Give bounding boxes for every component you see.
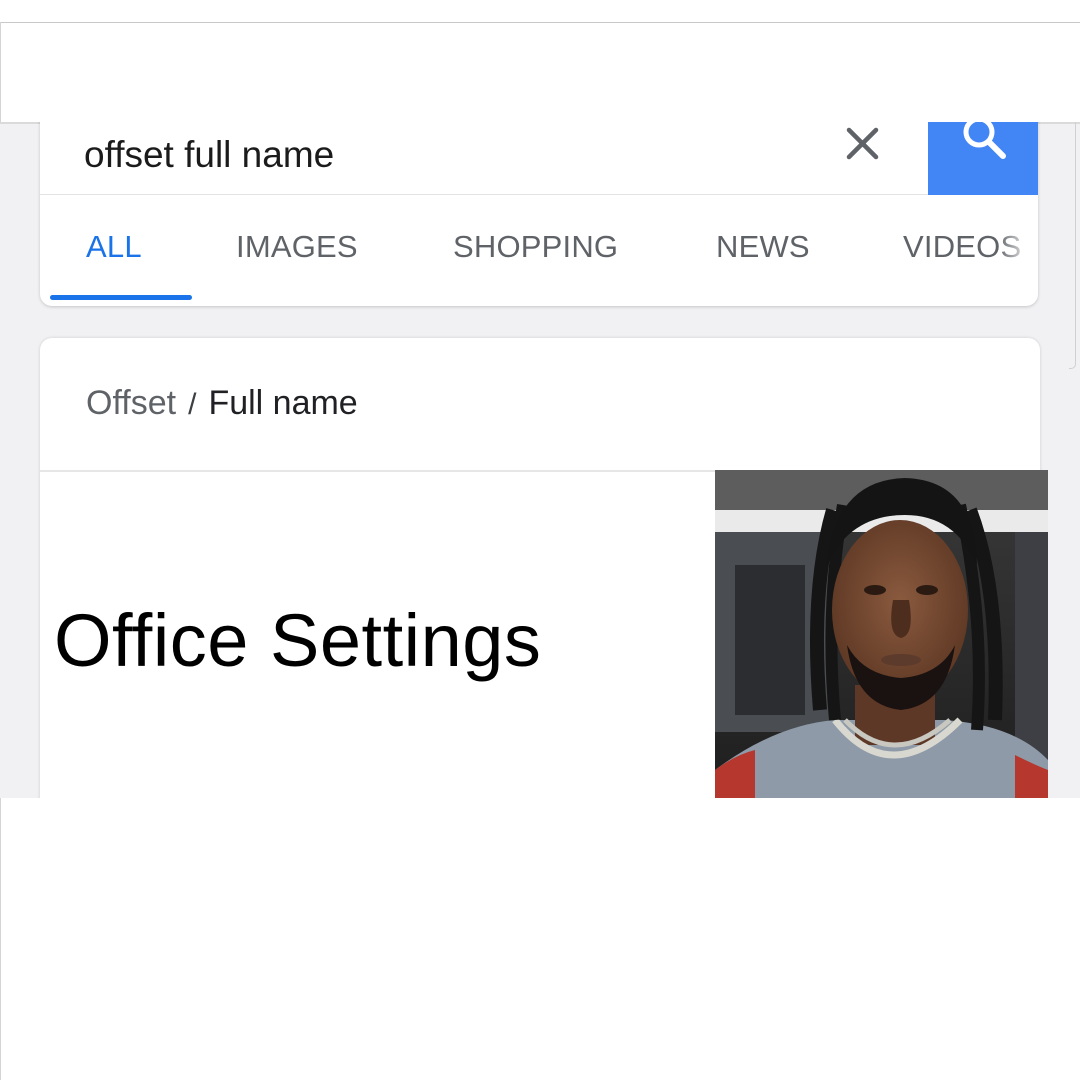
search-results-screenshot: ALL IMAGES SHOPPING NEWS VIDEOS Offset / F… [0, 122, 1080, 798]
tab-images[interactable]: IMAGES [236, 229, 358, 265]
tab-news[interactable]: NEWS [716, 229, 810, 265]
search-input[interactable] [84, 134, 844, 176]
page-scrollbar[interactable] [1069, 122, 1076, 369]
tab-all[interactable]: ALL [86, 229, 142, 265]
breadcrumb-current: Full name [208, 384, 358, 422]
close-icon[interactable] [840, 122, 886, 168]
search-card: ALL IMAGES SHOPPING NEWS VIDEOS [40, 122, 1038, 306]
tabs-fade [998, 215, 1038, 285]
person-photo[interactable] [715, 470, 1048, 798]
search-icon [963, 122, 1006, 159]
breadcrumb-parent[interactable]: Offset [86, 384, 176, 422]
tab-shopping[interactable]: SHOPPING [453, 229, 618, 265]
answer-card: Offset / Full name Office Settings [40, 338, 1048, 798]
search-button[interactable] [928, 122, 1038, 195]
search-bar [40, 122, 1038, 195]
active-tab-indicator [50, 295, 192, 300]
search-tabs: ALL IMAGES SHOPPING NEWS VIDEOS [40, 195, 1038, 306]
breadcrumb: Offset / Full name [86, 384, 358, 423]
top-divider [0, 22, 1080, 23]
answer-text: Office Settings [54, 599, 542, 682]
breadcrumb-separator: / [188, 388, 197, 421]
